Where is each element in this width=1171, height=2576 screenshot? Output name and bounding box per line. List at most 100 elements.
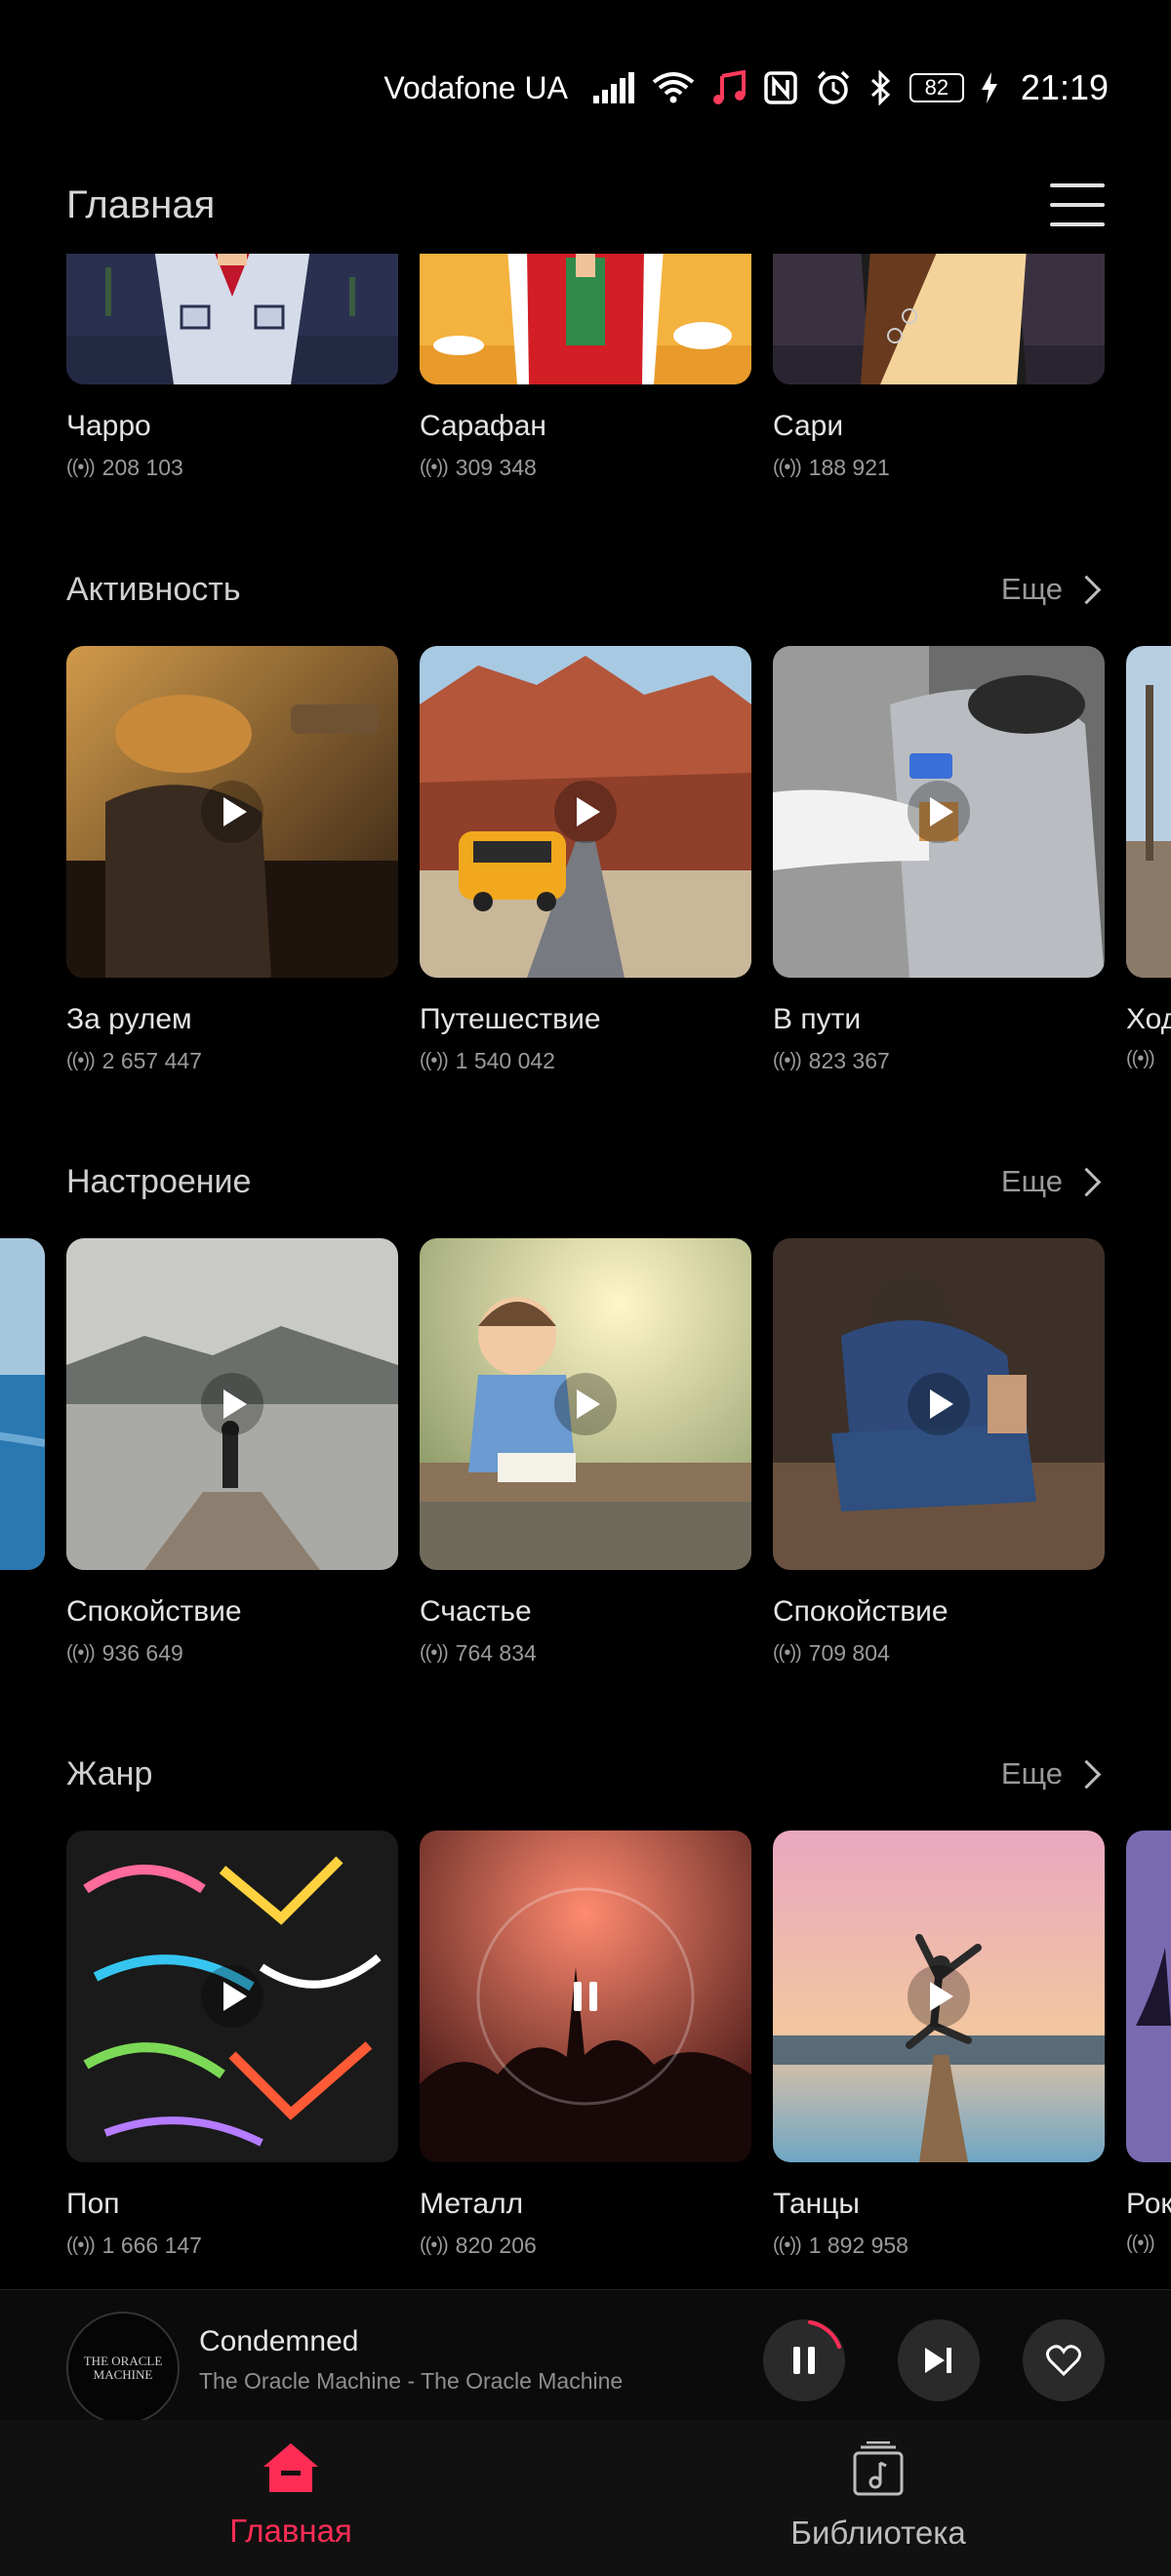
card-title: Сари [773,410,844,442]
listener-count-value: 188 921 [808,455,890,480]
play-icon[interactable] [201,781,263,843]
track-info[interactable]: Condemned The Oracle Machine - The Oracl… [199,2325,623,2395]
playlist-card[interactable]: Рок ((•)) [1126,1831,1171,2255]
chevron-right-icon [1071,575,1102,604]
carousel[interactable]: Поп ((•)) 1 666 147 Металл ((•)) 820 206… [0,1831,1171,2279]
album-art[interactable]: THE ORACLE MACHINE [66,2312,180,2425]
cover-image [66,646,398,978]
signal-icon [592,72,634,103]
listener-count: ((•)) 823 367 [773,1048,1105,1074]
playlist-card[interactable]: Поп ((•)) 1 666 147 [66,1831,398,2259]
radio-wave-icon: ((•)) [66,1642,96,1664]
status-bar: Vodafone UA 82 21:19 [0,0,1171,176]
nav-label-library: Библиотека [790,2515,966,2551]
listener-count: ((•)) 208 103 [66,455,398,481]
carrier-name: Vodafone UA [384,69,568,105]
play-icon[interactable] [554,1373,617,1435]
playlist-card-sari[interactable]: Сари ((•)) 188 921 [773,248,1105,481]
cover-image [1126,646,1171,978]
more-link[interactable]: Еще [1001,1164,1105,1199]
cover-image [773,1831,1105,2162]
section-mood: Настроение Еще Спокойствие ((•)) 936 649… [0,1152,1171,1687]
playlist-card[interactable]: За рулем ((•)) 2 657 447 [66,646,398,1074]
skip-next-icon [925,2348,951,2373]
page-title: Главная [66,182,216,226]
playlist-card-sarafan[interactable]: Сарафан ((•)) 309 348 [420,248,751,481]
radio-wave-icon: ((•)) [773,457,802,478]
more-label: Еще [1000,1164,1063,1198]
next-track-button[interactable] [898,2319,980,2401]
listener-count: ((•)) 1 540 042 [420,1048,751,1074]
app-header: Главная [0,156,1171,254]
cover-image [66,248,398,384]
listener-count: ((•)) 309 348 [420,455,751,481]
listener-count: ((•)) 764 834 [420,1640,751,1667]
playlist-card[interactable]: Путешествие ((•)) 1 540 042 [420,646,751,1074]
listener-count-value: 823 367 [808,1048,890,1073]
playlist-card[interactable]: В пути ((•)) 823 367 [773,646,1105,1074]
pause-icon[interactable] [554,1965,617,2028]
card-title: Поп [66,2188,120,2220]
radio-wave-icon: ((•)) [420,457,449,478]
radio-wave-icon: ((•)) [1126,2233,1155,2254]
playlist-card[interactable]: Спокойствие ((•)) 936 649 [66,1238,398,1667]
radio-wave-icon: ((•)) [66,2234,96,2256]
bluetooth-icon [868,70,892,105]
chevron-right-icon [1071,1759,1102,1789]
card-title: Счастье [420,1595,532,1628]
playlist-card-now-playing[interactable]: Металл ((•)) 820 206 [420,1831,751,2259]
listener-count-value: 764 834 [455,1640,537,1666]
listener-count-value: 1 892 958 [808,2233,909,2258]
cover-image [773,646,1105,978]
wifi-icon [652,72,695,103]
clock: 21:19 [1020,67,1109,107]
alarm-icon [816,70,851,105]
section-activity: Активность Еще За рулем ((•)) 2 657 447 … [0,560,1171,1095]
playlist-card[interactable]: Счастье ((•)) 764 834 [420,1238,751,1667]
section-header: Жанр Еще [0,1745,1171,1803]
play-icon[interactable] [554,781,617,843]
menu-icon[interactable] [1050,183,1105,226]
radio-wave-icon: ((•)) [420,1050,449,1071]
nav-item-library[interactable]: Библиотека [732,2440,1025,2552]
radio-wave-icon: ((•)) [1126,1048,1155,1069]
cover-image [420,646,751,978]
playlist-card-charro[interactable]: Чарро ((•)) 208 103 [66,248,398,481]
listener-count-value: 936 649 [101,1640,183,1666]
listener-count-value: 1 666 147 [101,2233,202,2258]
music-library-icon [853,2440,904,2496]
more-link[interactable]: Еще [1001,1756,1105,1791]
play-icon[interactable] [201,1965,263,2028]
playlist-card[interactable]: Спокойствие ((•)) 709 804 [773,1238,1105,1667]
listener-count: ((•)) 936 649 [66,1640,398,1667]
radio-wave-icon: ((•)) [773,1642,802,1664]
listener-count: ((•)) 820 206 [420,2233,751,2259]
playlist-card[interactable] [0,1238,45,1570]
play-icon[interactable] [908,781,970,843]
listener-count-value: 208 103 [101,455,183,480]
section-title: Жанр [66,1754,153,1792]
card-title: Спокойствие [773,1595,949,1628]
card-title: Ход [1126,1003,1171,1035]
section-title: Настроение [66,1162,252,1200]
card-title: Металл [420,2188,524,2220]
nav-item-home[interactable]: Главная [144,2441,437,2550]
nav-label-home: Главная [229,2513,352,2549]
cover-image [420,1238,751,1570]
play-icon[interactable] [908,1373,970,1435]
listener-count-value: 309 348 [455,455,537,480]
like-button[interactable] [1023,2319,1105,2401]
radio-wave-icon: ((•)) [420,1642,449,1664]
play-icon[interactable] [201,1373,263,1435]
listener-count-value: 1 540 042 [455,1048,555,1073]
listener-count-value: 709 804 [808,1640,890,1666]
mini-player[interactable]: THE ORACLE MACHINE Condemned The Oracle … [0,2289,1171,2425]
more-link[interactable]: Еще [1001,572,1105,607]
play-icon[interactable] [908,1965,970,2028]
playlist-card[interactable]: Ход ((•)) [1126,646,1171,1070]
playlist-card[interactable]: Танцы ((•)) 1 892 958 [773,1831,1105,2259]
carousel[interactable]: Спокойствие ((•)) 936 649 Счастье ((•)) … [0,1238,1171,1687]
carousel[interactable]: За рулем ((•)) 2 657 447 Путешествие ((•… [0,646,1171,1095]
pause-button[interactable] [763,2319,845,2401]
card-title: В пути [773,1003,862,1035]
